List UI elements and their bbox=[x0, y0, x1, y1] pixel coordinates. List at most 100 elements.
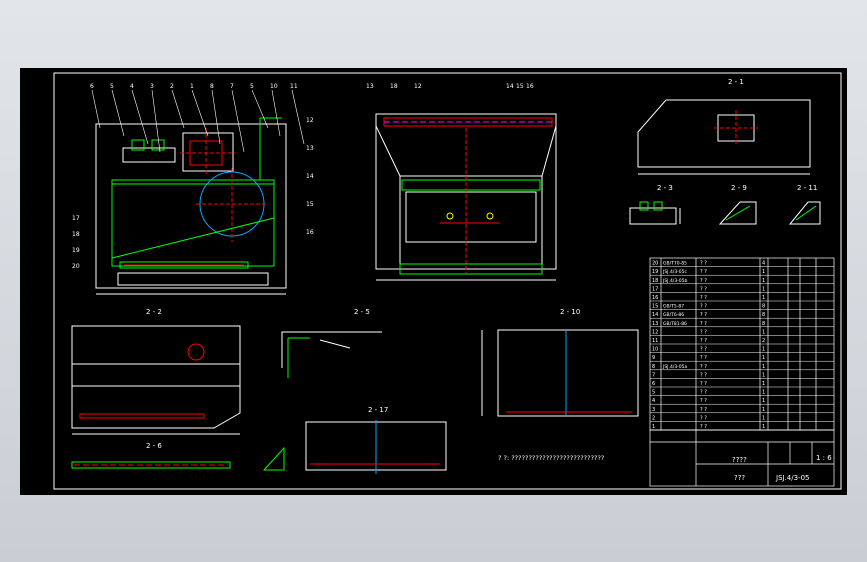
bom-row-number: 12 bbox=[652, 329, 658, 335]
bom-row-code: GB/T70-85 bbox=[663, 261, 687, 267]
callout-number: 14 bbox=[306, 173, 314, 180]
callout-number: 18 bbox=[72, 231, 80, 238]
callout-leader bbox=[171, 89, 185, 129]
bom-row-number: 5 bbox=[652, 390, 655, 396]
callout-leader bbox=[211, 89, 221, 145]
title-name: ???? bbox=[732, 456, 747, 464]
view-2-6 bbox=[71, 461, 231, 469]
bom-row-number: 7 bbox=[652, 372, 655, 378]
callout-number: 14 bbox=[506, 83, 514, 90]
callout-number: 13 bbox=[366, 83, 374, 90]
bom-rows: 20 GB/T70-85? ? 419 JSJ.4/3-05c? ? 118 JSJ.4/… bbox=[650, 261, 834, 431]
bom-row-number: 3 bbox=[652, 407, 655, 413]
view-2-10 bbox=[481, 329, 639, 417]
bom-row-number: 15 bbox=[652, 304, 658, 310]
callout-leader bbox=[231, 89, 245, 153]
callout-number: 7 bbox=[230, 83, 234, 90]
bom-row-number: 16 bbox=[652, 295, 658, 301]
bom-row-name: ? ? bbox=[700, 355, 707, 361]
callout-number: 2 bbox=[170, 83, 174, 90]
callout-leader bbox=[291, 89, 305, 145]
bom-row-name: ? ? bbox=[700, 424, 707, 430]
drawing-border bbox=[53, 72, 842, 490]
bom-row-qty: 8 bbox=[762, 312, 765, 318]
bom-row-qty: 8 bbox=[762, 304, 765, 310]
bom-row-number: 6 bbox=[652, 381, 655, 387]
bom-row-qty: 1 bbox=[762, 286, 765, 292]
view-label-2-2: 2 - 2 bbox=[146, 308, 162, 316]
bom-row-number: 19 bbox=[652, 269, 658, 275]
callout-number: 12 bbox=[306, 117, 314, 124]
bom-row-name: ? ? bbox=[700, 321, 707, 327]
callout-number: 10 bbox=[270, 83, 278, 90]
callout-number: 16 bbox=[526, 83, 534, 90]
callout-number: 12 bbox=[414, 83, 422, 90]
side-view bbox=[375, 113, 557, 281]
bom-row-qty: 1 bbox=[762, 278, 765, 284]
bom-row-qty: 2 bbox=[762, 338, 765, 344]
view-label-2-1: 2 - 1 bbox=[728, 78, 744, 86]
callout-number: 8 bbox=[210, 83, 214, 90]
drawing-canvas: 20 GB/T70-85? ? 419 JSJ.4/3-05c? ? 118 JSJ.4/… bbox=[53, 72, 842, 490]
callout-number: 13 bbox=[306, 145, 314, 152]
callout-number: 15 bbox=[516, 83, 524, 90]
view-2-1 bbox=[637, 99, 811, 175]
view-2-5 bbox=[281, 331, 382, 378]
bom-row-qty: 1 bbox=[762, 424, 765, 430]
bom-row-code: GB/T5-87 bbox=[663, 304, 684, 310]
view-label-2-10: 2 - 10 bbox=[560, 308, 580, 316]
bom-row-qty: 1 bbox=[762, 269, 765, 275]
bom-row-name: ? ? bbox=[700, 398, 707, 404]
callout-number: 17 bbox=[72, 215, 80, 222]
callout-number: 5 bbox=[110, 83, 114, 90]
callout-number: 1 bbox=[190, 83, 194, 90]
view-label-2-5: 2 - 5 bbox=[354, 308, 370, 316]
callout-leader bbox=[271, 89, 281, 137]
bom-row-name: ? ? bbox=[700, 278, 707, 284]
bom-row-name: ? ? bbox=[700, 261, 707, 267]
callout-leader bbox=[91, 89, 101, 129]
callout-number: 3 bbox=[150, 83, 154, 90]
callout-leader bbox=[191, 89, 209, 137]
callout-leader bbox=[111, 89, 125, 137]
callout-number: 20 bbox=[72, 263, 80, 270]
view-2-17 bbox=[262, 420, 447, 474]
bom-row-name: ? ? bbox=[700, 286, 707, 292]
bom-row-qty: 1 bbox=[762, 390, 765, 396]
bom-row-number: 8 bbox=[652, 364, 655, 370]
bom-row-name: ? ? bbox=[700, 372, 707, 378]
bom-row-code: JSJ.4/3-05a bbox=[662, 364, 688, 370]
bom-row-code: GB/T81-86 bbox=[663, 321, 687, 327]
bom-row-code: JSJ.4/3-05b bbox=[662, 278, 688, 284]
bom-row-name: ? ? bbox=[700, 338, 707, 344]
callout-number: 5 bbox=[250, 83, 254, 90]
bom-row-name: ? ? bbox=[700, 364, 707, 370]
bom-row-number: 18 bbox=[652, 278, 658, 284]
bom-row-qty: 1 bbox=[762, 381, 765, 387]
title-scale: 1 : 6 bbox=[816, 454, 832, 462]
view-label-2-17: 2 - 17 bbox=[368, 406, 388, 414]
bom-row-number: 2 bbox=[652, 415, 655, 421]
bom-row-code: GB/T6-86 bbox=[663, 312, 684, 318]
callouts-side: 13 18 12 14 15 16 bbox=[366, 83, 534, 90]
bom-row-qty: 1 bbox=[762, 295, 765, 301]
callout-number: 15 bbox=[306, 201, 314, 208]
view-label-2-3: 2 - 3 bbox=[657, 184, 673, 192]
view-label-2-9: 2 - 9 bbox=[731, 184, 747, 192]
bom-row-name: ? ? bbox=[700, 304, 707, 310]
bom-row-qty: 1 bbox=[762, 364, 765, 370]
bom-row-name: ? ? bbox=[700, 381, 707, 387]
small-views bbox=[629, 201, 821, 225]
bom-row-qty: 1 bbox=[762, 355, 765, 361]
bom-row-qty: 1 bbox=[762, 415, 765, 421]
callout-leader bbox=[151, 89, 161, 153]
callout-number: 19 bbox=[72, 247, 80, 254]
callouts-front: 6 5 4 3 2 1 8 7 5 10 11121314151617181920 bbox=[72, 83, 314, 270]
bom-row-number: 4 bbox=[652, 398, 655, 404]
bom-row-number: 17 bbox=[652, 286, 658, 292]
bom-row-name: ? ? bbox=[700, 269, 707, 275]
view-label-2-11: 2 - 11 bbox=[797, 184, 817, 192]
bom-row-name: ? ? bbox=[700, 295, 707, 301]
bom-row-number: 9 bbox=[652, 355, 655, 361]
bom-row-qty: 1 bbox=[762, 407, 765, 413]
